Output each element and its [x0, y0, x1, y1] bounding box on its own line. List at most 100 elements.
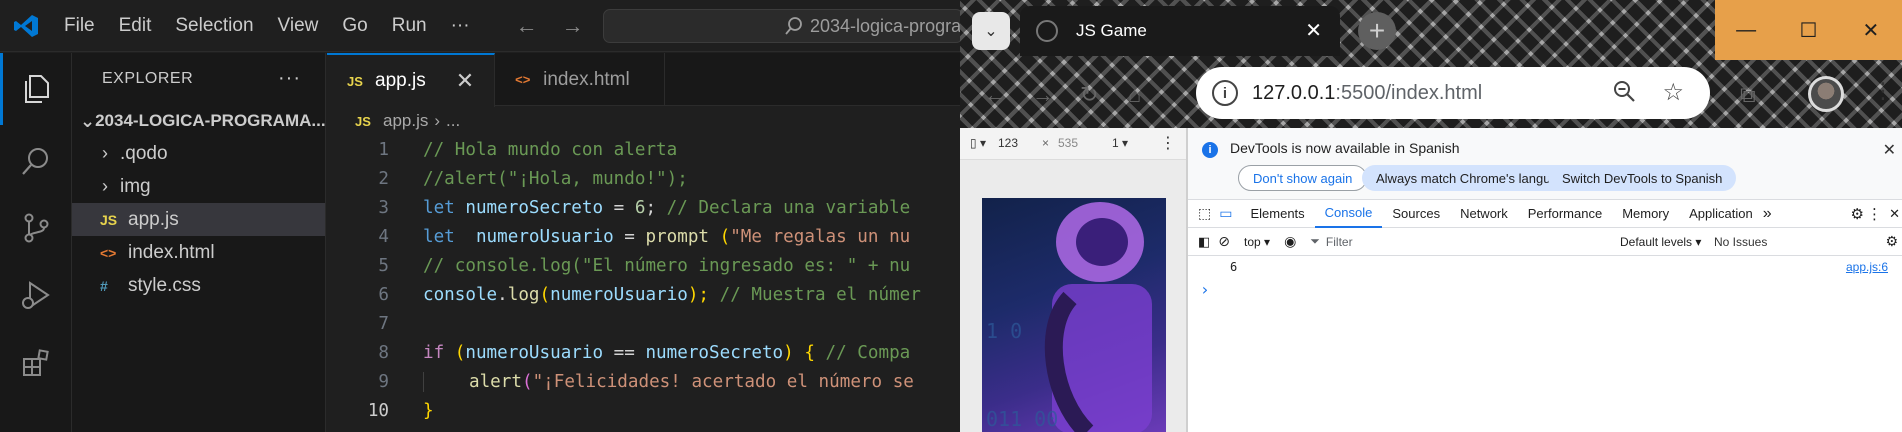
editor-tabs: JS app.js ✕ <> index.html [327, 53, 960, 107]
menu-edit[interactable]: Edit [107, 15, 164, 37]
gear-icon[interactable]: ⚙ [1851, 205, 1864, 223]
kebab-menu-icon[interactable]: ⋮ [1872, 78, 1894, 104]
menu-more[interactable]: ··· [439, 15, 482, 37]
home-icon[interactable]: ⌂ [1128, 82, 1141, 108]
minimize-button[interactable]: — [1715, 0, 1777, 60]
close-icon[interactable]: ✕ [1883, 140, 1896, 160]
tab-performance[interactable]: Performance [1518, 200, 1612, 228]
address-bar[interactable]: i 127.0.0.1:5500/index.html ☆ [1196, 67, 1710, 119]
inspect-element-icon[interactable]: ⬚ [1198, 205, 1211, 222]
new-tab-button[interactable]: + [1358, 12, 1396, 50]
tree-item-label: index.html [128, 241, 215, 263]
back-arrow-icon[interactable]: ← [984, 82, 1006, 108]
chevron-down-icon: ⌄ [984, 23, 998, 40]
chrome-window: ⌄ JS Game ✕ + — ☐ ✕ ← → ↻ ⌂ ⧉ i 127.0.0.… [960, 0, 1902, 432]
close-icon[interactable]: ✕ [456, 68, 474, 94]
tab-network[interactable]: Network [1450, 200, 1518, 228]
log-levels-select[interactable]: Default levels ▾ [1620, 235, 1701, 249]
code-editor: JS app.js ✕ <> index.html JS app.js › ..… [327, 53, 960, 432]
menu-file[interactable]: File [52, 15, 107, 37]
tab-sources[interactable]: Sources [1382, 200, 1450, 228]
clear-console-icon[interactable]: ⊘ [1218, 233, 1230, 250]
code-punctuation: ) [783, 343, 805, 363]
console-prompt[interactable]: › [1188, 278, 1902, 300]
profile-avatar[interactable] [1808, 76, 1844, 112]
tree-item-qodo[interactable]: › .qodo [72, 137, 325, 170]
device-width-input[interactable]: 123 [998, 136, 1018, 150]
tab-elements[interactable]: Elements [1240, 200, 1314, 228]
tab-index-html[interactable]: <> index.html [495, 53, 665, 106]
menu-view[interactable]: View [266, 15, 331, 37]
sidebar-toggle-icon[interactable]: ◧ [1198, 234, 1210, 250]
device-zoom-select[interactable]: 1 ▾ [1112, 136, 1128, 150]
tree-item-img[interactable]: › img [72, 170, 325, 203]
tab-search-button[interactable]: ⌄ [972, 12, 1010, 50]
extensions-icon[interactable] [0, 327, 72, 399]
menu-run[interactable]: Run [380, 15, 439, 37]
close-devtools-icon[interactable]: ✕ [1889, 206, 1900, 222]
maximize-button[interactable]: ☐ [1777, 0, 1839, 60]
devtools-menu-icon[interactable]: ⋮ [1867, 205, 1882, 223]
device-height-input[interactable]: 535 [1058, 136, 1078, 150]
menu-go[interactable]: Go [330, 15, 379, 37]
tree-item-label: .qodo [120, 142, 168, 164]
browser-tab[interactable]: JS Game ✕ [1020, 6, 1340, 56]
tab-application[interactable]: Application [1679, 200, 1763, 228]
tab-console[interactable]: Console [1314, 200, 1383, 228]
tab-label: app.js [375, 70, 426, 91]
bookmark-star-icon[interactable]: ☆ [1662, 78, 1684, 107]
menu-selection[interactable]: Selection [163, 15, 265, 37]
explorer-more-button[interactable]: ··· [278, 67, 301, 90]
console-source-link[interactable]: app.js:6 [1846, 260, 1888, 274]
breadcrumb-file[interactable]: app.js [383, 111, 428, 131]
device-select[interactable]: ▯ ▾ [970, 136, 986, 150]
context-select[interactable]: top ▾ [1244, 235, 1270, 249]
close-window-button[interactable]: ✕ [1840, 0, 1902, 60]
reload-icon[interactable]: ↻ [1080, 82, 1098, 108]
tab-app-js[interactable]: JS app.js ✕ [327, 53, 496, 107]
code-area[interactable]: 1 // Hola mundo con alerta 2 //alert("¡H… [327, 136, 960, 426]
back-arrow-icon[interactable]: ← [516, 13, 538, 39]
tree-item-label: img [120, 175, 151, 197]
forward-arrow-icon[interactable]: → [562, 13, 584, 39]
explorer-icon[interactable] [0, 53, 72, 125]
search-icon [785, 17, 802, 35]
device-toggle-icon[interactable]: ▭ [1219, 205, 1232, 222]
extensions-icon[interactable]: ⧉ [1740, 82, 1756, 108]
devtools-tabs: ⬚ ▭ Elements Console Sources Network Per… [1188, 200, 1902, 228]
device-zoom-value: 1 [1112, 136, 1119, 150]
close-icon[interactable]: ✕ [1305, 18, 1322, 43]
breadcrumb-rest[interactable]: ... [446, 111, 460, 131]
console-log-entry: 6 app.js:6 [1188, 256, 1902, 278]
code-function: log [507, 285, 540, 305]
source-control-icon[interactable] [0, 192, 72, 264]
navigation-arrows: ← → [516, 13, 584, 39]
console-log-value: 6 [1230, 260, 1238, 274]
language-infobar: i DevTools is now available in Spanish ✕… [1188, 128, 1902, 200]
code-variable: numeroUsuario [550, 285, 688, 305]
tree-item-style-css[interactable]: # style.css [72, 269, 325, 302]
forward-arrow-icon[interactable]: → [1032, 82, 1054, 108]
issues-counter[interactable]: No Issues [1714, 235, 1767, 249]
gear-icon[interactable]: ⚙ [1885, 233, 1898, 250]
zoom-icon[interactable] [1612, 79, 1636, 109]
site-info-icon[interactable]: i [1212, 80, 1238, 106]
code-comment: // Muestra el númer [719, 285, 921, 305]
filter-input[interactable]: Filter [1326, 235, 1353, 249]
tree-item-index-html[interactable]: <> index.html [72, 236, 325, 269]
tab-memory[interactable]: Memory [1612, 200, 1679, 228]
search-icon[interactable] [0, 125, 72, 197]
workspace-folder[interactable]: ⌄ 2034-LOGICA-PROGRAMA... [72, 105, 325, 137]
tree-item-app-js[interactable]: JS app.js [72, 203, 325, 236]
switch-spanish-button[interactable]: Switch DevTools to Spanish [1548, 165, 1737, 191]
more-tabs-button[interactable]: » [1763, 205, 1772, 223]
url-host: 127.0.0.1 [1252, 81, 1336, 104]
run-debug-icon[interactable] [0, 259, 72, 331]
code-operator: = [603, 198, 635, 218]
line-number: 8 [378, 343, 389, 363]
device-more-icon[interactable]: ⋮ [1160, 133, 1176, 153]
code-comment: // console.log("El número ingresado es: … [423, 256, 911, 276]
dont-show-again-button[interactable]: Don't show again [1238, 165, 1368, 191]
eye-icon[interactable]: ◉ [1284, 233, 1296, 250]
command-center-search[interactable]: 2034-logica-progra [603, 9, 963, 43]
